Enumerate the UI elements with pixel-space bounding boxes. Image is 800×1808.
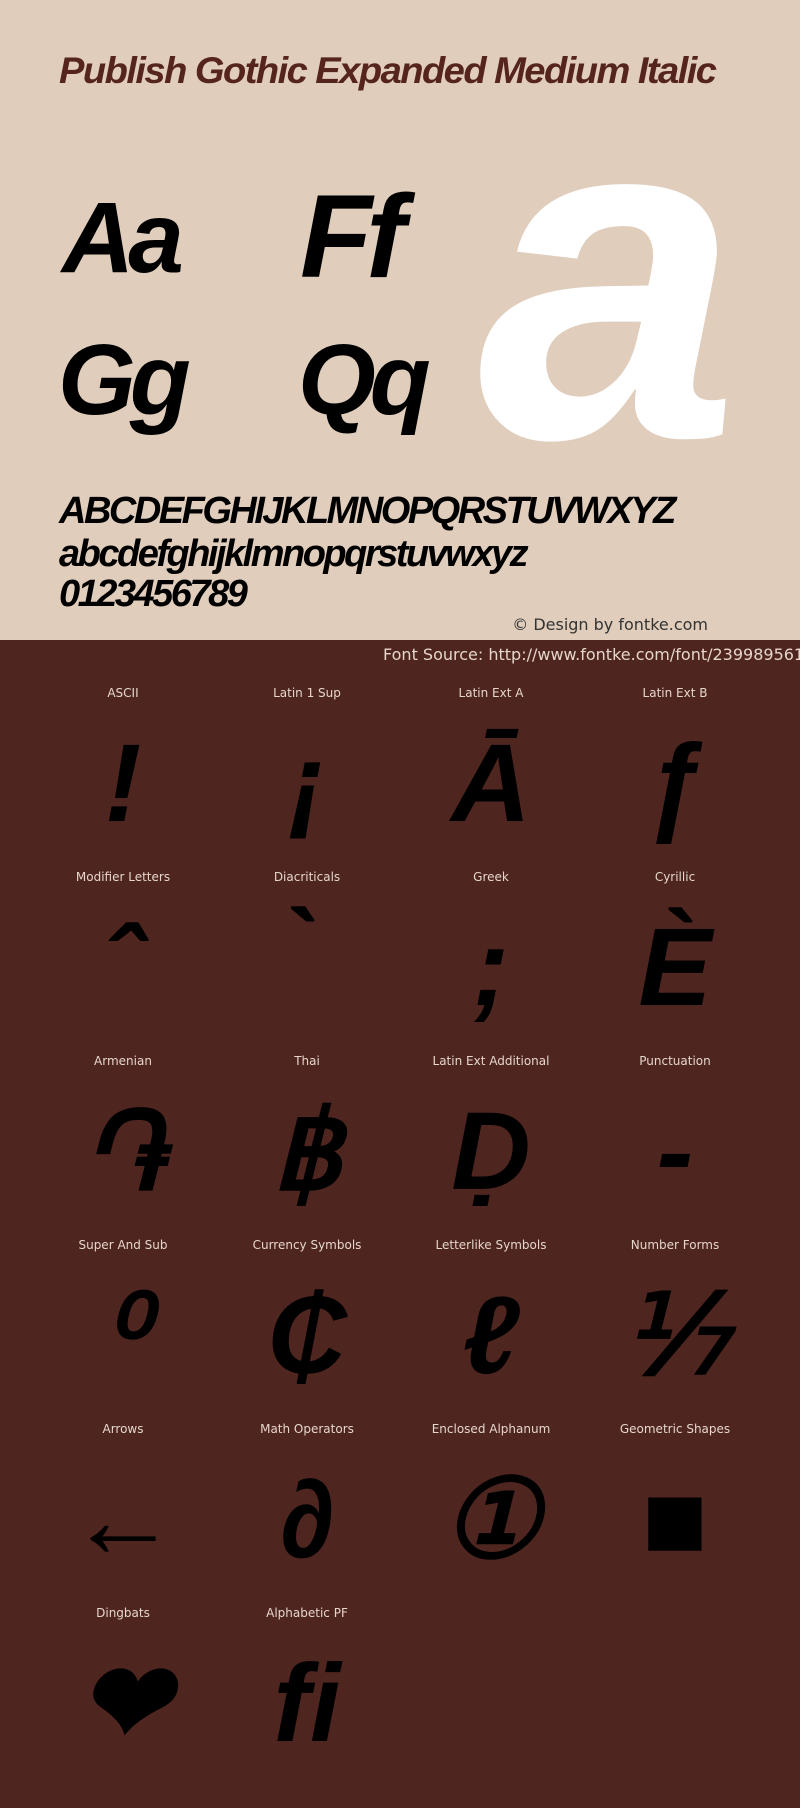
glyph-sample: ∂ [279,1458,335,1581]
glyph-sample: ‐ [656,1090,694,1213]
glyph-sample: ˆ [104,906,142,1029]
glyph-cell-label: Punctuation [639,1054,711,1068]
glyph-sample: ⁰ [100,1274,146,1397]
glyph-cell-label: Latin Ext B [642,686,708,700]
glyph-cell: Alphabetic PF ﬁ [215,1606,399,1790]
glyph-cell-label: Cyrillic [654,870,696,884]
hero-glyph: a [478,12,739,537]
glyph-sample: Ā [451,722,531,845]
glyph-cell: ASCII! [31,686,215,870]
uppercase-alphabet: ABCDEFGHIJKLMNOPQRSTUVWXYZ [59,490,676,532]
glyph-sample: ❤ [76,1642,170,1765]
glyph-cell: Latin 1 Sup ¡ [215,686,399,870]
glyph-cell-label: Math Operators [260,1422,354,1436]
glyph-cell: Enclosed Alphanum ① [399,1422,583,1606]
glyph-cell-label: Enclosed Alphanum [431,1422,551,1436]
glyph-cell: Geometric Shapes ■ [583,1422,767,1606]
glyph-cell-label: Latin 1 Sup [273,686,341,700]
specimen-panel: Publish Gothic Expanded Medium Italic Aa… [0,0,800,640]
glyph-sample: ̀ [215,898,399,1038]
glyph-cell-label: Modifier Letters [75,870,171,884]
glyph-cell: Currency Symbols ₵ [215,1238,399,1422]
glyph-cell: Diacriticals̀ [215,870,399,1054]
glyph-sample: È [638,906,712,1029]
glyph-sample: ƒ [644,722,706,845]
glyph-cell: Math Operators ∂ [215,1422,399,1606]
glyph-cell-label: Number Forms [630,1238,720,1252]
glyph-cell-label: Super And Sub [78,1238,168,1252]
glyph-sample: ¡ [288,722,326,845]
glyph-cell: Latin Ext Additional Ḍ [399,1054,583,1238]
glyph-pair-qq: Qq [298,324,431,436]
glyph-sample: ⅐ [621,1274,729,1397]
glyph-sample: ℓ [462,1274,520,1397]
glyph-cell: Latin Ext B ƒ [583,686,767,870]
glyph-cell: Arrows ← [31,1422,215,1606]
glyph-cell: Cyrillic È [583,870,767,1054]
glyph-cell-label: Latin Ext A [458,686,524,700]
glyph-cell-label: Latin Ext Additional [432,1054,550,1068]
glyph-cell-label: ASCII [107,686,139,700]
glyph-cell-label: Letterlike Symbols [435,1238,547,1252]
glyph-cell-label: Thai [294,1054,320,1068]
glyph-cell-label: Diacriticals [273,870,341,884]
glyph-cell: Punctuation ‐ [583,1054,767,1238]
glyph-cell: Super And Sub ⁰ [31,1238,215,1422]
lowercase-alphabet: abcdefghijklmnopqrstuvwxyz [59,533,529,575]
glyph-sample: ! [104,722,142,845]
digits: 0123456789 [59,573,248,615]
glyph-cell: Armenian ֏ [31,1054,215,1238]
glyph-cell: Modifier Letters ˆ [31,870,215,1054]
glyph-cell: Greek; [399,870,583,1054]
glyph-cell-label: Greek [473,870,509,884]
glyph-sample: ₵ [267,1274,347,1397]
glyph-sample: ﬁ [273,1642,341,1765]
glyph-sample: ① [441,1458,541,1581]
glyph-sample: ฿ [272,1090,342,1213]
glyph-cell-label: Armenian [94,1054,152,1068]
glyph-sample: Ḍ [451,1090,531,1213]
glyph-pair-aa: Aa [62,182,184,294]
glyph-cell: Thai ฿ [215,1054,399,1238]
glyph-cell-label: Currency Symbols [252,1238,362,1252]
glyph-sample: ֏ [82,1090,164,1213]
glyph-cell: Number Forms ⅐ [583,1238,767,1422]
glyph-sample: ← [68,1458,178,1581]
glyph-cell-label: Geometric Shapes [619,1422,731,1436]
font-source-link[interactable]: Font Source: http://www.fontke.com/font/… [383,645,800,664]
glyph-cell: Latin Ext A Ā [399,686,583,870]
glyph-sample: ■ [641,1458,709,1581]
design-credit: © Design by fontke.com [512,615,708,634]
glyph-pair-gg: Gg [58,324,191,436]
glyph-cell: Dingbats ❤ [31,1606,215,1790]
glyph-cell-label: Dingbats [96,1606,150,1620]
glyph-pair-ff: Ff [300,171,405,303]
glyph-cell-label: Arrows [102,1422,144,1436]
glyph-cell: Letterlike Symbols ℓ [399,1238,583,1422]
glyph-sample: ; [472,906,510,1029]
glyph-cell-label: Alphabetic PF [266,1606,348,1620]
